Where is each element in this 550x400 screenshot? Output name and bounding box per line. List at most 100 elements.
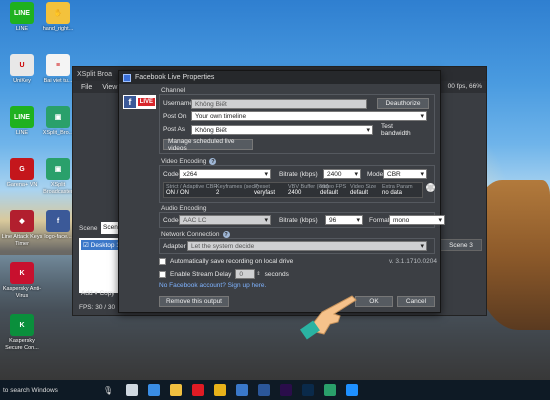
taskbar-search[interactable]: to search Windows <box>3 387 103 394</box>
video-mode-label: Mode <box>367 170 384 178</box>
stream-delay-label: Enable Stream Delay <box>170 270 232 278</box>
desktop-icon-label: Kaspersky Secure Con... <box>5 338 39 351</box>
xsplit-app-icon <box>123 73 131 82</box>
username-field: Không Biết <box>191 98 367 109</box>
audio-codec-select[interactable]: AAC LC <box>179 215 271 225</box>
taskbar-app-glyph <box>346 384 358 396</box>
desktop-icon-label: hand_right... <box>42 26 74 32</box>
word-icon[interactable] <box>253 380 275 400</box>
video-bitrate-input[interactable]: 2400 <box>323 169 361 179</box>
video-stat-value: default <box>350 190 369 196</box>
spinner-icon[interactable]: ⇕ <box>256 271 260 277</box>
ok-button[interactable]: OK <box>355 296 393 307</box>
test-bandwidth-button[interactable]: Test bandwidth <box>377 123 425 137</box>
post-as-select[interactable]: Không Biết <box>191 124 373 135</box>
desktop-app-icon: K <box>10 314 34 336</box>
video-codec-row: Codec x264 Bitrate (kbps) 2400 Mode CBR <box>163 169 427 179</box>
adapter-row: Adapter Let the system decide <box>163 241 427 251</box>
live-badge: LIVE <box>137 98 155 106</box>
remove-output-button[interactable]: Remove this output <box>159 296 229 307</box>
video-stat-cell: Extra Param no data <box>382 184 413 196</box>
task-view-icon[interactable] <box>121 380 143 400</box>
audio-format-label: Format <box>369 216 390 224</box>
copy-source-button[interactable]: Copy <box>99 290 114 297</box>
video-mode-select[interactable]: CBR <box>383 169 427 179</box>
desktop-app-icon: G <box>10 158 34 180</box>
audio-codec-row: Codec AAC LC Bitrate (kbps) 96 Format mo… <box>163 215 445 225</box>
help-icon[interactable]: ? <box>209 158 217 165</box>
auto-save-checkbox[interactable] <box>159 258 166 265</box>
source-controls: Add ▾ Copy <box>81 290 115 297</box>
stream-delay-checkbox[interactable] <box>159 270 166 278</box>
chrome-icon[interactable] <box>209 380 231 400</box>
taskbar-app-glyph <box>148 384 160 396</box>
video-stat-value: 2 <box>216 190 220 196</box>
taskbar-app-glyph <box>236 384 248 396</box>
video-stats-bar: Strict / Adaptive CBR ON / ON Keyframes (s… <box>163 182 423 198</box>
photoshop-icon[interactable] <box>297 380 319 400</box>
stream-delay-input[interactable]: 0 <box>235 269 256 279</box>
sign-up-link[interactable]: No Facebook account? Sign up here. <box>159 282 266 289</box>
xsplit-icon[interactable] <box>319 380 341 400</box>
taskbar-app-glyph <box>258 384 270 396</box>
video-section-title: Video Encoding <box>161 158 207 165</box>
network-section-header: Network Connection ? <box>161 231 230 238</box>
taskbar-app-glyph <box>192 384 204 396</box>
taskbar: to search Windows 🎙 <box>0 380 550 400</box>
video-bitrate-label: Bitrate (kbps) <box>279 170 318 178</box>
username-row: Username Không Biết Deauthorize <box>163 98 429 109</box>
desktop-app-icon: LINE <box>10 106 34 128</box>
menu-view[interactable]: View <box>102 84 117 91</box>
ie-icon[interactable] <box>341 380 363 400</box>
video-stat-value: ON / ON <box>166 190 190 196</box>
desktop-icon-label: Kaspersky Anti-Virus <box>2 286 42 299</box>
dialog-body: f LIVE Channel Username Không Biết Deaut… <box>121 85 445 312</box>
deauthorize-button[interactable]: Deauthorize <box>377 98 429 109</box>
audio-bitrate-select[interactable]: 96 <box>325 215 363 225</box>
help-icon[interactable]: ? <box>222 231 230 238</box>
desktop-app-icon: ◆ <box>10 210 34 232</box>
desktop-icon[interactable]: K Kaspersky Anti-Virus <box>0 262 44 299</box>
adapter-select[interactable]: Let the system decide <box>187 241 427 251</box>
manage-scheduled-button[interactable]: Manage scheduled live videos <box>163 138 253 152</box>
video-stat-value: veryfast <box>254 190 276 196</box>
dialog-titlebar: Facebook Live Properties <box>119 71 440 84</box>
xsplit-stats: 00 fps, 66% <box>447 83 482 90</box>
version-label: v. 3.1.1710.0204 <box>389 258 437 265</box>
edge-icon[interactable] <box>143 380 165 400</box>
video-stat-cell: Video FPS default <box>320 184 346 196</box>
audio-section-title: Audio Encoding <box>161 205 207 212</box>
menu-file[interactable]: File <box>81 84 92 91</box>
desktop-app-icon: K <box>10 262 34 284</box>
desktop-icon[interactable]: ✋ hand_right... <box>36 2 80 33</box>
seconds-label: seconds <box>264 270 289 278</box>
desktop-icon[interactable]: K Kaspersky Secure Con... <box>0 314 44 351</box>
opera-icon[interactable] <box>187 380 209 400</box>
settings-gear-icon[interactable] <box>426 183 435 192</box>
desktop-app-icon: ▣ <box>46 158 70 180</box>
video-codec-select[interactable]: x264 <box>179 169 271 179</box>
audio-bitrate-label: Bitrate (kbps) <box>279 216 318 224</box>
facebook-live-properties-dialog: Facebook Live Properties f LIVE Channel … <box>118 70 445 313</box>
audio-format-select[interactable]: mono <box>389 215 445 225</box>
channel-section-title: Channel <box>161 87 186 94</box>
add-source-button[interactable]: Add <box>81 290 93 297</box>
xsplit-title: XSplit Broa <box>77 70 113 78</box>
post-on-select[interactable]: Your own timeline <box>191 111 427 121</box>
scene-3-button[interactable]: Scene 3 <box>440 239 482 251</box>
video-stat-heading: Keyframes (secs) <box>216 184 259 190</box>
video-stat-cell: Keyframes (secs) 2 <box>216 184 259 196</box>
microphone-icon[interactable]: 🎙 <box>103 386 115 395</box>
source-item-desktop[interactable]: ☑ Desktop 1 <box>81 240 122 250</box>
post-on-label: Post On <box>163 112 187 120</box>
video-stat-cell: Video Size default <box>350 184 376 196</box>
store-icon[interactable] <box>231 380 253 400</box>
audio-codec-label: Codec <box>163 216 182 224</box>
cancel-button[interactable]: Cancel <box>397 296 435 307</box>
taskbar-app-glyph <box>214 384 226 396</box>
premiere-icon[interactable] <box>275 380 297 400</box>
dialog-title: Facebook Live Properties <box>135 74 215 81</box>
file-explorer-icon[interactable] <box>165 380 187 400</box>
taskbar-app-glyph <box>280 384 292 396</box>
video-stat-value: default <box>320 190 339 196</box>
